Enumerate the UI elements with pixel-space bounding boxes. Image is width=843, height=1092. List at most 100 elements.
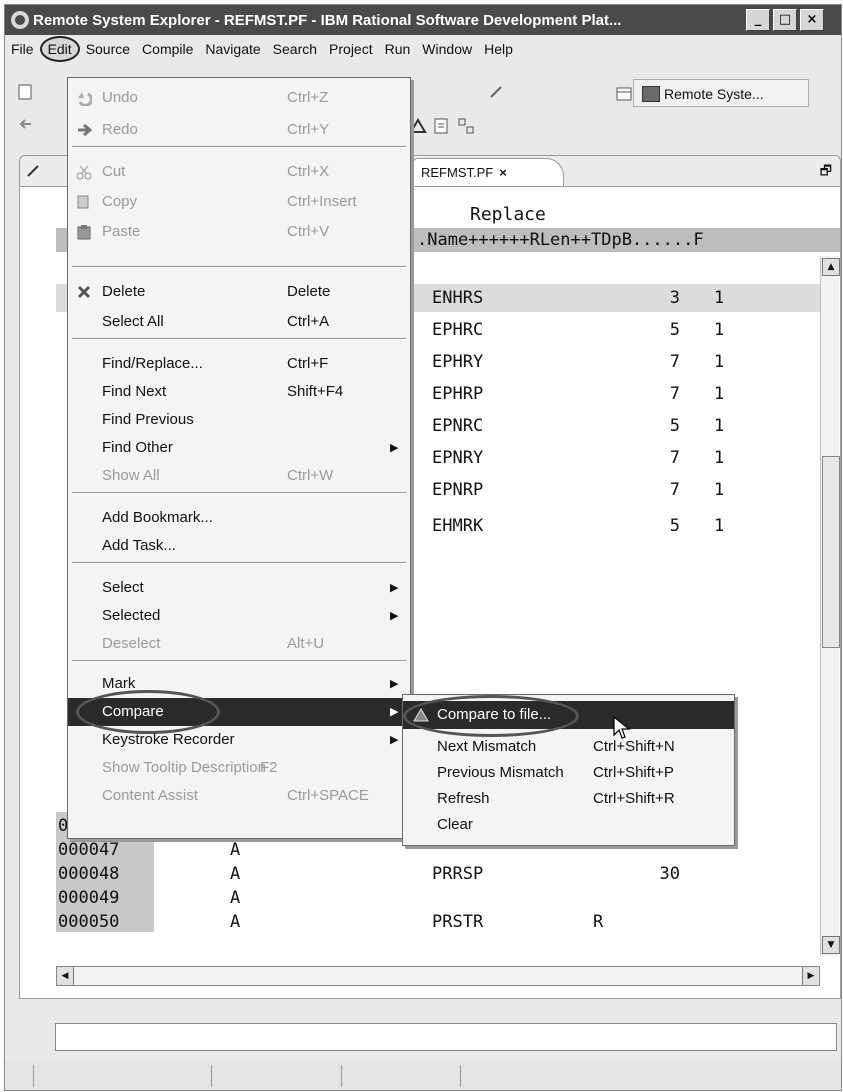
scroll-thumb[interactable] — [822, 456, 840, 648]
menu-item-label: Add Task... — [102, 537, 176, 554]
edit-menu-item-redo[interactable]: Redo Ctrl+Y — [68, 116, 410, 144]
vertical-scrollbar[interactable]: ▲ ▼ — [820, 256, 840, 956]
menu-item-label: Delete — [102, 283, 146, 300]
tab-refmst-pf[interactable]: REFMST.PF × — [412, 158, 564, 186]
maximize-button[interactable]: □ — [773, 9, 797, 31]
menu-item-shortcut: Ctrl+Shift+R — [593, 790, 675, 807]
row-name: EPNRY — [432, 448, 484, 468]
menu-item-shortcut: Alt+U — [287, 635, 325, 652]
scroll-down-icon[interactable]: ▼ — [822, 936, 840, 954]
menu-item-shortcut: Ctrl+X — [287, 163, 330, 180]
edit-menu-item-copy[interactable]: Copy Ctrl+Insert — [68, 188, 410, 216]
row-name: EPNRP — [432, 480, 484, 500]
menu-item-shortcut: Ctrl+SPACE — [287, 787, 369, 804]
menu-item-label: Add Bookmark... — [102, 509, 213, 526]
menu-item-label: Find Previous — [102, 411, 194, 428]
scroll-left-icon[interactable]: ◀ — [57, 967, 74, 985]
edit-menu-item-find-other[interactable]: Find Other ▶ — [68, 434, 410, 462]
new-icon[interactable] — [17, 83, 35, 101]
edit-menu-item-content-assist[interactable]: Content Assist Ctrl+SPACE — [68, 782, 410, 810]
row-dp: 1 — [714, 416, 725, 436]
edit-menu-item-selected[interactable]: Selected ▶ — [68, 602, 410, 630]
scroll-right-icon[interactable]: ▶ — [802, 967, 819, 985]
source-row[interactable]: 000050 A PRSTR R — [56, 908, 820, 932]
minimize-button[interactable]: _ — [746, 9, 770, 31]
edit-menu-item-show-all[interactable]: Show All Ctrl+W — [68, 462, 410, 490]
close-button[interactable]: × — [800, 9, 824, 31]
compare-menu-item-refresh[interactable]: Refresh Ctrl+Shift+R — [403, 785, 734, 813]
menu-item-label: Find Next — [102, 383, 167, 400]
open-perspective-icon[interactable] — [615, 85, 633, 103]
edit-menu-item-select[interactable]: Select ▶ — [68, 574, 410, 602]
menu-search[interactable]: Search — [267, 38, 323, 60]
edit-menu-item-show-tooltip-description[interactable]: Show Tooltip Description F2 — [68, 754, 410, 782]
mouse-cursor-icon — [613, 715, 631, 739]
menu-run[interactable]: Run — [379, 38, 417, 60]
menu-edit[interactable]: Edit — [39, 35, 80, 62]
hierarchy-icon[interactable] — [457, 117, 475, 135]
menu-item-label: Show All — [102, 467, 160, 484]
edit-menu-item-add-bookmark[interactable]: Add Bookmark... — [68, 504, 410, 532]
close-tab-icon[interactable]: × — [499, 165, 507, 180]
row-name: ENHRS — [432, 288, 484, 308]
scroll-up-icon[interactable]: ▲ — [822, 258, 840, 276]
edit-doc-icon[interactable] — [433, 117, 451, 135]
menu-source[interactable]: Source — [80, 38, 136, 60]
edit-menu: Undo Ctrl+Z Redo Ctrl+Y Cut Ctrl+X Copy Ctrl+In… — [67, 77, 411, 839]
edit-menu-item-paste[interactable]: Paste Ctrl+V — [68, 218, 410, 246]
row-name: EPHRP — [432, 384, 484, 404]
compare-menu-item-next-mismatch[interactable]: Next Mismatch Ctrl+Shift+N — [403, 733, 734, 761]
menu-item-shortcut: Ctrl+V — [287, 223, 330, 240]
command-line-input[interactable] — [55, 1023, 837, 1051]
compare-menu-item-clear[interactable]: Clear — [403, 811, 734, 839]
pin-icon[interactable] — [487, 83, 505, 101]
perspective-button[interactable]: Remote Syste... — [633, 79, 809, 107]
menu-item-label: Deselect — [102, 635, 161, 652]
menu-item-shortcut: Ctrl+F — [287, 355, 329, 372]
row-name: EPNRC — [432, 416, 484, 436]
submenu-arrow-icon: ▶ — [390, 706, 399, 718]
back-icon[interactable] — [17, 115, 35, 133]
status-divider — [211, 1065, 212, 1087]
row-name: EPHRY — [432, 352, 484, 372]
highlight-oval — [76, 690, 220, 734]
edit-menu-item-add-task[interactable]: Add Task... — [68, 532, 410, 560]
edit-menu-item-find-replace[interactable]: Find/Replace... Ctrl+F — [68, 350, 410, 378]
horizontal-scrollbar[interactable]: ◀ ▶ — [56, 966, 820, 986]
delta-icon[interactable] — [409, 117, 427, 135]
compare-submenu: Compare to file... Next Mismatch Ctrl+Shif… — [402, 694, 735, 846]
menu-item-shortcut: Ctrl+Insert — [287, 193, 357, 210]
undo-icon — [78, 92, 92, 106]
menu-item-shortcut: Ctrl+W — [287, 467, 334, 484]
copy-icon — [77, 195, 89, 209]
submenu-arrow-icon: ▶ — [390, 678, 399, 690]
menu-help[interactable]: Help — [478, 38, 519, 60]
menu-item-label: Copy — [102, 193, 138, 210]
row-seq: 000050 — [56, 908, 154, 932]
menu-item-label: Cut — [102, 163, 126, 180]
edit-menu-item-cut[interactable]: Cut Ctrl+X — [68, 158, 410, 186]
maximize-icon[interactable]: 🗗 — [820, 162, 832, 184]
submenu-arrow-icon: ▶ — [390, 734, 399, 746]
paste-icon — [77, 225, 91, 240]
menu-file[interactable]: File — [5, 38, 40, 60]
edit-menu-item-delete[interactable]: Delete Delete — [68, 278, 410, 306]
status-divider — [341, 1065, 342, 1087]
cut-icon — [76, 165, 92, 180]
menu-item-label: Find Other — [102, 439, 173, 456]
submenu-arrow-icon: ▶ — [390, 582, 399, 594]
menu-compile[interactable]: Compile — [136, 38, 199, 60]
menu-navigate[interactable]: Navigate — [199, 38, 266, 60]
edit-menu-item-find-previous[interactable]: Find Previous — [68, 406, 410, 434]
menu-item-label: Selected — [102, 607, 161, 624]
menu-window[interactable]: Window — [416, 38, 478, 60]
edit-menu-item-undo[interactable]: Undo Ctrl+Z — [68, 84, 410, 112]
delete-icon — [77, 285, 91, 299]
menu-project[interactable]: Project — [323, 38, 379, 60]
edit-menu-item-find-next[interactable]: Find Next Shift+F4 — [68, 378, 410, 406]
compare-menu-item-previous-mismatch[interactable]: Previous Mismatch Ctrl+Shift+P — [403, 759, 734, 787]
application-window: Remote System Explorer - REFMST.PF - IBM… — [4, 4, 842, 1091]
edit-menu-item-select-all[interactable]: Select All Ctrl+A — [68, 308, 410, 336]
row-dp: 1 — [714, 516, 725, 536]
edit-menu-item-deselect[interactable]: Deselect Alt+U — [68, 630, 410, 658]
